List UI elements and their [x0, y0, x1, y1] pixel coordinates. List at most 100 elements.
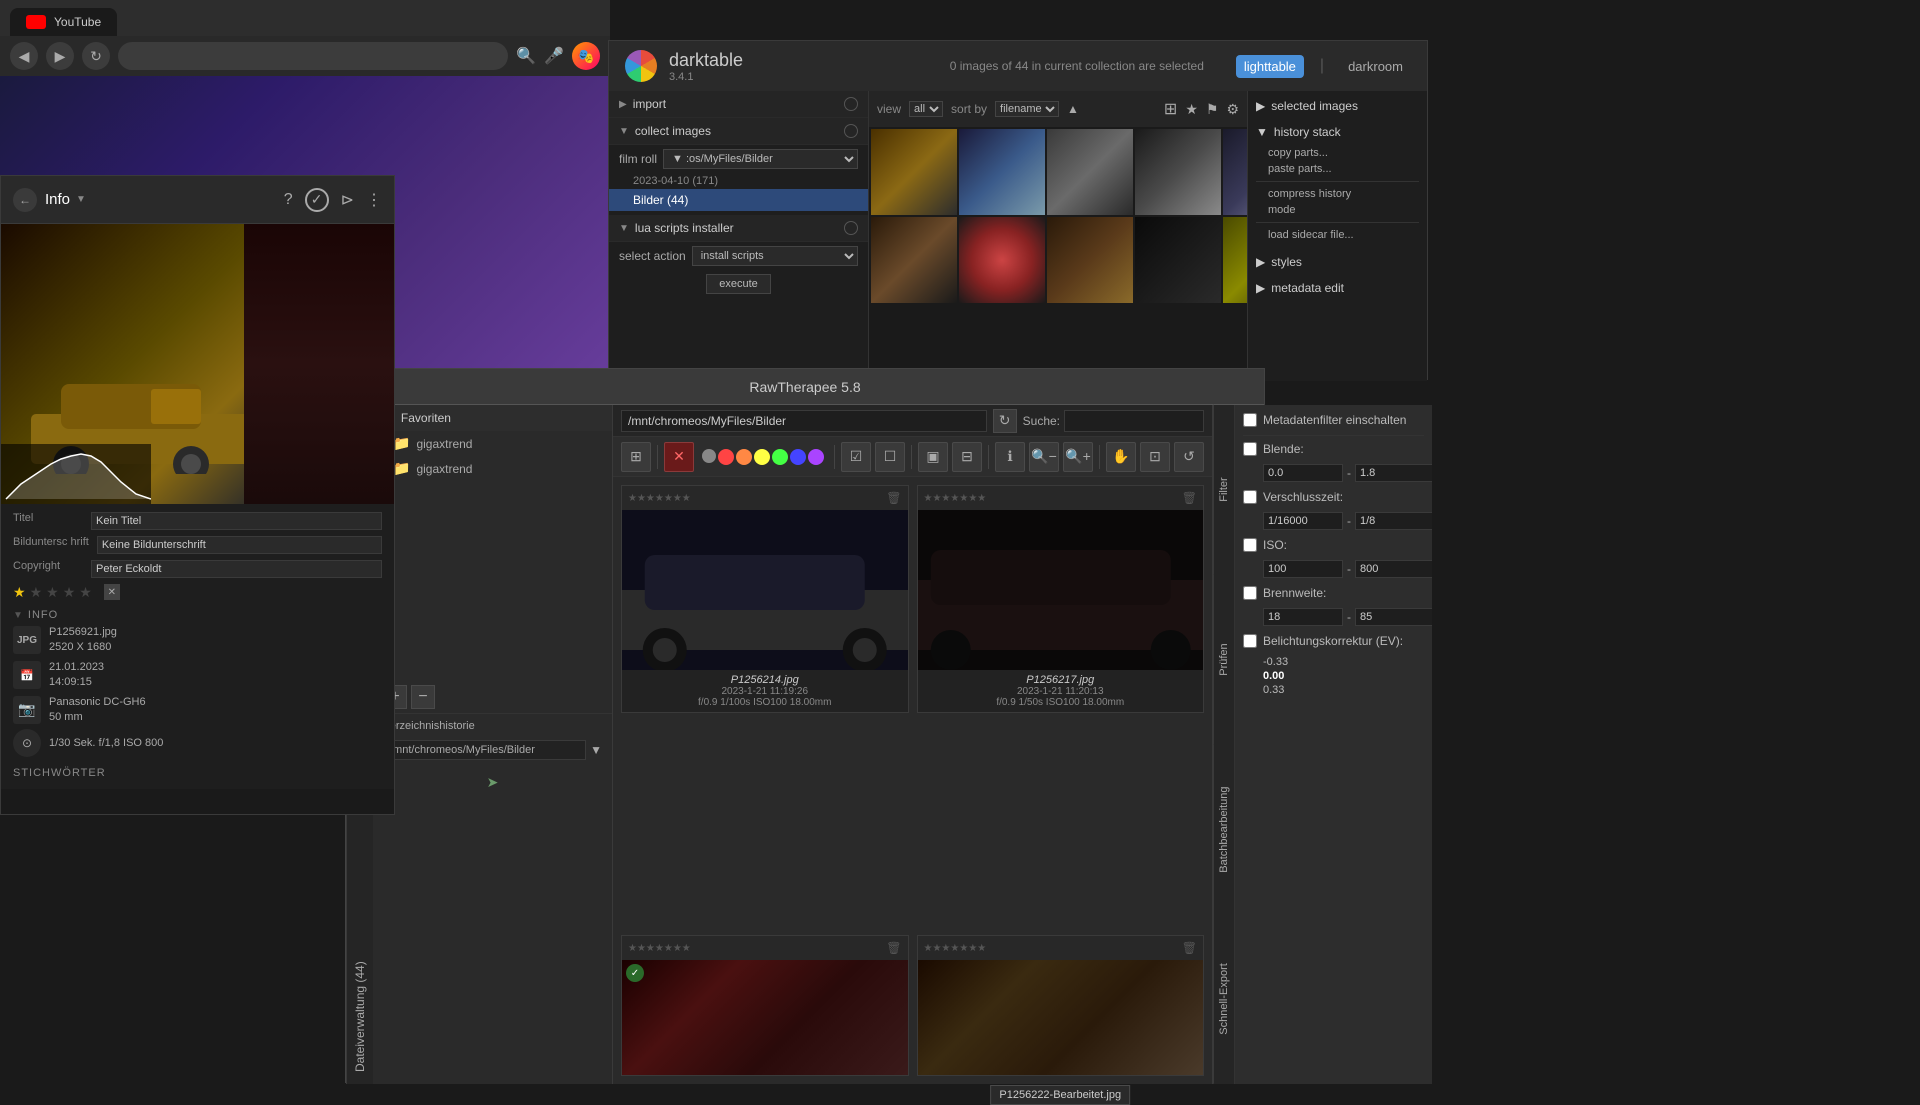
dt-nav-darkroom[interactable]: darkroom [1340, 55, 1411, 78]
info-check-icon[interactable]: ✓ [305, 188, 329, 212]
rt-verschlusszeit-checkbox[interactable] [1243, 490, 1257, 504]
rt-thumb-stars-1[interactable]: ★★★★★★★ [628, 493, 691, 504]
dt-selected-images-header[interactable]: ▶ selected images [1256, 99, 1419, 113]
dt-thumbnail-4[interactable] [1135, 129, 1221, 215]
dt-thumbnail-8[interactable] [1047, 217, 1133, 303]
rt-color-green[interactable] [772, 449, 788, 465]
rt-refresh-button[interactable]: ↻ [993, 409, 1017, 433]
dt-nav-lighttable[interactable]: lighttable [1236, 55, 1304, 78]
rt-iso-min-input[interactable] [1263, 560, 1343, 578]
dt-thumbnail-3[interactable] [1047, 129, 1133, 215]
info-question-icon[interactable]: ? [284, 191, 293, 209]
dt-load-sidecar-button[interactable]: load sidecar file... [1256, 227, 1419, 243]
rt-metadata-filter-checkbox[interactable] [1243, 413, 1257, 427]
dt-history-header[interactable]: ▼ history stack [1256, 125, 1419, 139]
rt-remove-folder-button[interactable]: − [411, 685, 435, 709]
rt-blende-min-input[interactable] [1263, 464, 1343, 482]
rt-search-input[interactable] [1064, 410, 1204, 432]
dt-thumbnail-6[interactable] [871, 217, 957, 303]
info-dropdown-icon[interactable]: ▼ [76, 194, 86, 205]
rt-belichtung-checkbox[interactable] [1243, 634, 1257, 648]
rt-brennweite-min-input[interactable] [1263, 608, 1343, 626]
rt-thumb-image-1[interactable] [622, 510, 908, 670]
info-star-2[interactable]: ★ [30, 584, 43, 601]
dt-styles-header[interactable]: ▶ styles [1256, 255, 1419, 269]
rt-select-none-button[interactable]: ☐ [875, 442, 905, 472]
info-bilduntersc-input[interactable] [97, 536, 382, 554]
rt-color-purple[interactable] [808, 449, 824, 465]
dt-star-filter-icon[interactable]: ★ [1185, 101, 1198, 118]
rt-tab-batch[interactable]: Batchbearbeitung [1213, 745, 1234, 915]
rt-blende-max-input[interactable] [1355, 464, 1432, 482]
rt-thumb-small-delete-1[interactable]: 🗑 [886, 941, 901, 955]
info-more-icon[interactable]: ⋮ [366, 190, 382, 210]
dt-thumbnail-1[interactable] [871, 129, 957, 215]
browser-forward-button[interactable]: ▶ [46, 42, 74, 70]
dt-paste-parts-button[interactable]: paste parts... [1256, 161, 1419, 177]
info-star-4[interactable]: ★ [63, 584, 76, 601]
dt-settings-icon[interactable]: ⚙ [1226, 101, 1239, 118]
rt-color-orange[interactable] [736, 449, 752, 465]
rt-blende-checkbox[interactable] [1243, 442, 1257, 456]
rt-tab-prufen[interactable]: Prüfen [1213, 575, 1234, 745]
dt-sort-select[interactable]: filename [995, 101, 1059, 117]
info-star-1[interactable]: ★ [13, 584, 26, 601]
rt-thumb-small-delete-2[interactable]: 🗑 [1182, 941, 1197, 955]
info-share-icon[interactable]: ⊳ [341, 190, 354, 210]
rt-dir-dropdown-icon[interactable]: ▼ [590, 743, 602, 757]
dt-thumbnail-9[interactable] [1135, 217, 1221, 303]
info-reject-button[interactable]: ✕ [104, 584, 120, 600]
browser-mic-icon[interactable]: 🎤 [544, 46, 564, 66]
info-star-rating[interactable]: ★ ★ ★ ★ ★ ✕ [13, 584, 382, 601]
rt-zoom-out-button[interactable]: 🔍− [1029, 442, 1059, 472]
browser-url-bar[interactable] [118, 42, 508, 70]
rt-tab-export[interactable]: Schnell-Export [1213, 914, 1234, 1084]
dt-lua-row[interactable]: ▼ lua scripts installer [609, 215, 868, 242]
rt-brennweite-checkbox[interactable] [1243, 586, 1257, 600]
dt-import-row[interactable]: ▶ import [609, 91, 868, 118]
dt-copy-parts-button[interactable]: copy parts... [1256, 145, 1419, 161]
dt-mode-button[interactable]: mode [1256, 202, 1419, 218]
rt-crop-button[interactable]: ⊡ [1140, 442, 1170, 472]
rt-thumb-image-2[interactable] [918, 510, 1204, 670]
rt-pan-button[interactable]: ✋ [1106, 442, 1136, 472]
rt-zoom-fit-button[interactable]: ⊞ [621, 442, 651, 472]
dt-sort-order-icon[interactable]: ▲ [1067, 102, 1079, 116]
rt-thumb-small-stars-1[interactable]: ★★★★★★★ [628, 943, 691, 954]
browser-active-tab[interactable]: YouTube [10, 8, 117, 36]
info-titel-input[interactable] [91, 512, 382, 530]
rt-reject-button[interactable]: ✕ [664, 442, 694, 472]
dt-film-roll-select[interactable]: ▼ :os/MyFiles/Bilder [663, 149, 858, 169]
rt-verschlusszeit-min-input[interactable] [1263, 512, 1343, 530]
rt-thumb-small-stars-2[interactable]: ★★★★★★★ [924, 943, 987, 954]
dt-thumbnail-2[interactable] [959, 129, 1045, 215]
dt-zoom-icon[interactable]: ⊞ [1164, 99, 1177, 119]
rt-tab-filter[interactable]: Filter [1213, 405, 1234, 575]
info-copyright-input[interactable] [91, 560, 382, 578]
rt-color-blue[interactable] [790, 449, 806, 465]
rt-iso-checkbox[interactable] [1243, 538, 1257, 552]
dt-film-folder-selected[interactable]: Bilder (44) [609, 189, 868, 211]
dt-compress-history-button[interactable]: compress history [1256, 186, 1419, 202]
browser-search-icon[interactable]: 🔍 [516, 46, 536, 66]
rt-select-all-button[interactable]: ☑ [841, 442, 871, 472]
rt-dir-navigate-icon[interactable]: ➤ [487, 774, 499, 790]
dt-metadata-header[interactable]: ▶ metadata edit [1256, 281, 1419, 295]
rt-single-view-button[interactable]: ▣ [918, 442, 948, 472]
rt-verschlusszeit-max-input[interactable] [1355, 512, 1432, 530]
info-back-button[interactable]: ← [13, 188, 37, 212]
rt-dir-path-input[interactable] [383, 740, 586, 760]
browser-refresh-button[interactable]: ↻ [82, 42, 110, 70]
dt-install-scripts-select[interactable]: install scripts [692, 246, 858, 266]
dt-thumbnail-7[interactable] [959, 217, 1045, 303]
dt-thumbnail-5[interactable] [1223, 129, 1247, 215]
rt-color-none[interactable] [702, 449, 716, 463]
dt-collect-row[interactable]: ▼ collect images [609, 118, 868, 145]
browser-back-button[interactable]: ◀ [10, 42, 38, 70]
rt-thumb-delete-2[interactable]: 🗑 [1182, 491, 1197, 505]
dt-flag-icon[interactable]: ⚑ [1206, 101, 1219, 118]
dt-thumbnail-10[interactable] [1223, 217, 1247, 303]
rt-brennweite-max-input[interactable] [1355, 608, 1432, 626]
rt-folder-item-1[interactable]: 📁 gigaxtrend [373, 431, 612, 456]
rt-thumb-delete-1[interactable]: 🗑 [886, 491, 901, 505]
